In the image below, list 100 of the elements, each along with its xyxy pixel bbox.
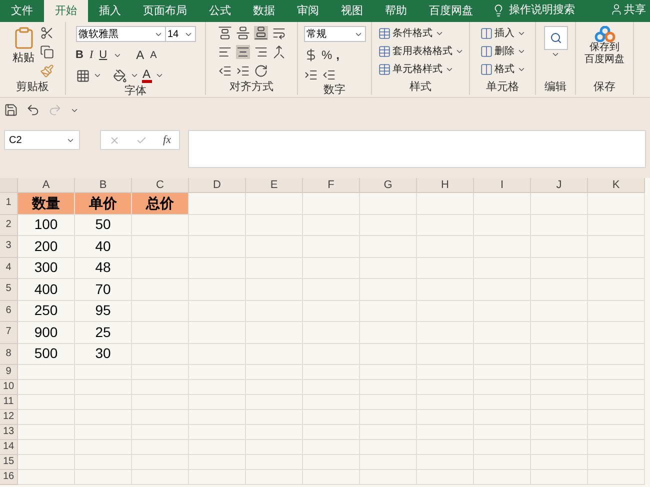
caret-icon[interactable] xyxy=(551,50,560,59)
ribbon-tab[interactable]: 视图 xyxy=(330,0,374,22)
scissors-icon[interactable] xyxy=(40,26,54,40)
align-right-icon[interactable] xyxy=(254,45,268,59)
number-format-field[interactable]: 常规 xyxy=(304,26,366,42)
align-center-icon[interactable] xyxy=(236,45,250,59)
table-cell xyxy=(531,279,588,300)
row-header[interactable]: 6 xyxy=(0,300,18,322)
bold-button[interactable]: B xyxy=(76,46,84,64)
table-cell xyxy=(75,395,132,410)
row-header[interactable]: 10 xyxy=(0,380,18,395)
row-header[interactable]: 1 xyxy=(0,193,18,214)
row-header[interactable]: 4 xyxy=(0,258,18,279)
ribbon-tab[interactable]: 公式 xyxy=(198,0,242,22)
align-left-icon[interactable] xyxy=(218,45,232,59)
align-top-icon[interactable] xyxy=(218,26,232,40)
indent-decrease-icon[interactable] xyxy=(218,64,232,78)
shrink-font-button[interactable]: A xyxy=(150,48,157,62)
column-header[interactable]: J xyxy=(531,178,588,193)
save-icon[interactable] xyxy=(4,103,18,117)
row-header[interactable]: 9 xyxy=(0,365,18,380)
ribbon-tab[interactable]: 开始 xyxy=(44,0,88,22)
table-cell xyxy=(246,258,303,279)
group-label: 数字 xyxy=(324,82,346,98)
column-header[interactable]: I xyxy=(474,178,531,193)
share-button[interactable]: 共享 xyxy=(610,2,650,18)
table-cell xyxy=(189,193,246,214)
ribbon-tab[interactable]: 插入 xyxy=(88,0,132,22)
tell-me-search[interactable]: 操作说明搜索 xyxy=(509,2,575,18)
column-header[interactable]: K xyxy=(588,178,645,193)
column-header[interactable]: A xyxy=(18,178,75,193)
font-color-button[interactable]: A xyxy=(142,68,152,83)
underline-button[interactable]: U xyxy=(99,46,108,64)
row-header[interactable]: 14 xyxy=(0,440,18,455)
cells-menu-button[interactable]: 格式 xyxy=(480,62,526,77)
row-header[interactable]: 12 xyxy=(0,410,18,425)
row-header[interactable]: 7 xyxy=(0,322,18,344)
name-box[interactable]: C2 xyxy=(4,130,80,150)
row-header[interactable]: 11 xyxy=(0,395,18,410)
column-header[interactable]: F xyxy=(303,178,360,193)
column-header[interactable]: B xyxy=(75,178,132,193)
align-middle-icon[interactable] xyxy=(236,26,250,40)
ribbon-tab[interactable]: 数据 xyxy=(242,0,286,22)
column-header[interactable]: D xyxy=(189,178,246,193)
cells-icon xyxy=(480,45,492,58)
save-to-cloud-button[interactable]: 保存到 百度网盘 xyxy=(580,26,628,66)
column-header[interactable]: H xyxy=(417,178,474,193)
formula-input[interactable] xyxy=(188,130,646,168)
indent-increase-icon[interactable] xyxy=(236,64,250,78)
comma-button[interactable]: , xyxy=(336,46,340,64)
row-header[interactable]: 8 xyxy=(0,344,18,365)
ribbon-tab[interactable]: 文件 xyxy=(0,0,44,22)
font-name-field[interactable]: 微软雅黑 xyxy=(76,26,166,42)
column-header[interactable]: E xyxy=(246,178,303,193)
caret-icon[interactable] xyxy=(434,29,444,38)
find-button[interactable] xyxy=(544,26,568,50)
table-cell: 400 xyxy=(18,279,75,300)
styles-menu-button[interactable]: 套用表格格式 xyxy=(378,44,464,59)
caret-icon[interactable] xyxy=(130,71,138,80)
orientation-icon[interactable] xyxy=(254,64,268,78)
table-cell xyxy=(189,365,246,380)
row-header[interactable]: 5 xyxy=(0,279,18,300)
paint-bucket-icon[interactable] xyxy=(112,68,126,82)
column-header[interactable]: C xyxy=(132,178,189,193)
ribbon-tab[interactable]: 帮助 xyxy=(374,0,418,22)
percent-button[interactable]: % xyxy=(322,46,332,64)
cells-menu-button[interactable]: 插入 xyxy=(480,26,526,41)
ribbon-tab[interactable]: 审阅 xyxy=(286,0,330,22)
grow-font-button[interactable]: A xyxy=(136,46,144,64)
undo-icon[interactable] xyxy=(26,103,40,117)
table-cell xyxy=(531,365,588,380)
table-cell xyxy=(417,470,474,485)
lightbulb-icon[interactable] xyxy=(492,4,505,17)
italic-button[interactable]: I xyxy=(89,46,94,64)
align-bottom-icon[interactable] xyxy=(254,26,268,40)
font-size-field[interactable]: 14 xyxy=(166,26,196,42)
row-header[interactable]: 2 xyxy=(0,214,18,236)
row-header[interactable]: 15 xyxy=(0,455,18,470)
styles-menu-button[interactable]: 条件格式 xyxy=(378,26,464,41)
table-cell xyxy=(189,455,246,470)
merge-icon[interactable] xyxy=(272,45,286,59)
insert-function-button[interactable]: fx xyxy=(163,132,171,148)
row-header[interactable]: 16 xyxy=(0,470,18,485)
border-icon[interactable] xyxy=(76,68,90,82)
paste-button[interactable]: 粘贴 xyxy=(12,26,36,66)
table-cell xyxy=(132,380,189,395)
cells-menu-button[interactable]: 删除 xyxy=(480,44,526,59)
caret-icon[interactable] xyxy=(92,71,102,80)
copy-icon[interactable] xyxy=(40,45,54,59)
row-header[interactable]: 3 xyxy=(0,236,18,258)
styles-menu-button[interactable]: 单元格样式 xyxy=(378,62,464,77)
table-cell xyxy=(417,440,474,455)
ribbon-tab[interactable]: 百度网盘 xyxy=(418,0,484,22)
row-header[interactable]: 13 xyxy=(0,425,18,440)
column-header[interactable]: G xyxy=(360,178,417,193)
caret-icon[interactable] xyxy=(154,71,164,80)
group-label: 保存 xyxy=(594,80,616,94)
ribbon-tab[interactable]: 页面布局 xyxy=(132,0,198,22)
table-cell xyxy=(132,344,189,365)
wrap-text-icon[interactable] xyxy=(272,26,286,40)
